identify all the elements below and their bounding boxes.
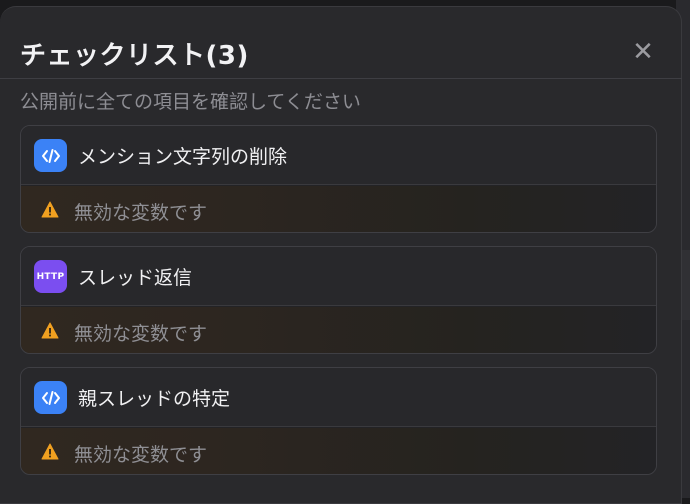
- warning-icon: [41, 443, 59, 460]
- checklist-item-title: スレッド返信: [78, 267, 193, 289]
- checklist-item-header[interactable]: 親スレッドの特定: [21, 368, 656, 427]
- dialog-subtitle: 公開前に全ての項目を確認してください: [20, 91, 361, 113]
- checklist-item-title: メンション文字列の削除: [78, 146, 288, 168]
- warning-text: 無効な変数です: [74, 444, 208, 466]
- code-icon: [34, 139, 67, 172]
- code-icon: [34, 381, 67, 414]
- close-icon[interactable]: ✕: [630, 39, 656, 67]
- checklist-item-header[interactable]: HTTP スレッド返信: [21, 247, 656, 306]
- warning-row: 無効な変数です: [21, 307, 656, 353]
- warning-icon: [41, 201, 59, 218]
- dialog-title: チェックリスト(3): [20, 41, 249, 71]
- http-icon: HTTP: [34, 260, 67, 293]
- checklist-item-header[interactable]: メンション文字列の削除: [21, 126, 656, 185]
- warning-row: 無効な変数です: [21, 428, 656, 474]
- warning-text: 無効な変数です: [74, 202, 208, 224]
- checklist-item[interactable]: メンション文字列の削除 無効な変数です: [20, 125, 657, 233]
- warning-icon: [41, 322, 59, 339]
- checklist-item[interactable]: HTTP スレッド返信 無効な変数です: [20, 246, 657, 354]
- dialog-header: チェックリスト(3) ✕: [0, 7, 682, 79]
- warning-row: 無効な変数です: [21, 186, 656, 232]
- warning-text: 無効な変数です: [74, 323, 208, 345]
- checklist-item[interactable]: 親スレッドの特定 無効な変数です: [20, 367, 657, 475]
- checklist-dialog: チェックリスト(3) ✕ 公開前に全ての項目を確認してください メンション文字列…: [0, 6, 682, 504]
- checklist-item-title: 親スレッドの特定: [78, 388, 231, 410]
